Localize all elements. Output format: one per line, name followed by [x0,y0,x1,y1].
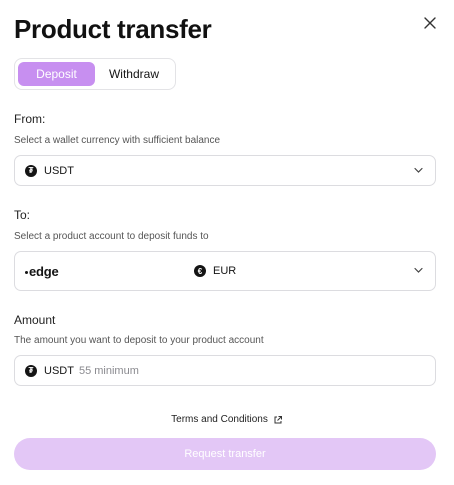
from-help-text: Select a wallet currency with sufficient… [14,135,221,146]
external-link-icon [274,415,282,423]
to-currency: € EUR [194,265,236,277]
to-account-select[interactable]: edge € EUR [14,251,436,291]
chevron-down-icon [414,267,423,273]
tether-icon: ₮ [25,164,37,177]
amount-help-text: The amount you want to deposit to your p… [14,335,264,346]
tab-withdraw[interactable]: Withdraw [101,62,167,86]
amount-label: Amount [14,313,56,327]
terms-link[interactable]: Terms and Conditions [0,414,454,425]
tab-deposit[interactable]: Deposit [18,62,95,86]
edge-logo: edge [25,264,59,279]
terms-label: Terms and Conditions [171,414,268,425]
to-help-text: Select a product account to deposit fund… [14,231,209,242]
amount-placeholder: 55 minimum [78,364,139,377]
from-currency-value: USDT [44,164,74,177]
request-transfer-button[interactable]: Request transfer [14,438,436,470]
close-icon[interactable] [421,14,439,32]
tether-icon: ₮ [25,364,37,377]
from-currency-select[interactable]: ₮ USDT [14,155,436,186]
euro-icon: € [194,265,206,277]
chevron-down-icon [414,167,423,173]
to-currency-value: EUR [213,265,237,277]
amount-input[interactable]: ₮ USDT 55 minimum [14,355,436,386]
to-label: To: [14,208,31,222]
dialog-title: Product transfer [14,14,212,44]
product-transfer-dialog: Product transfer Deposit Withdraw From: … [0,0,454,485]
edge-brand-text: edge [29,263,59,279]
from-label: From: [14,112,46,126]
transfer-type-tabs: Deposit Withdraw [14,58,176,90]
amount-currency: USDT [44,364,74,377]
